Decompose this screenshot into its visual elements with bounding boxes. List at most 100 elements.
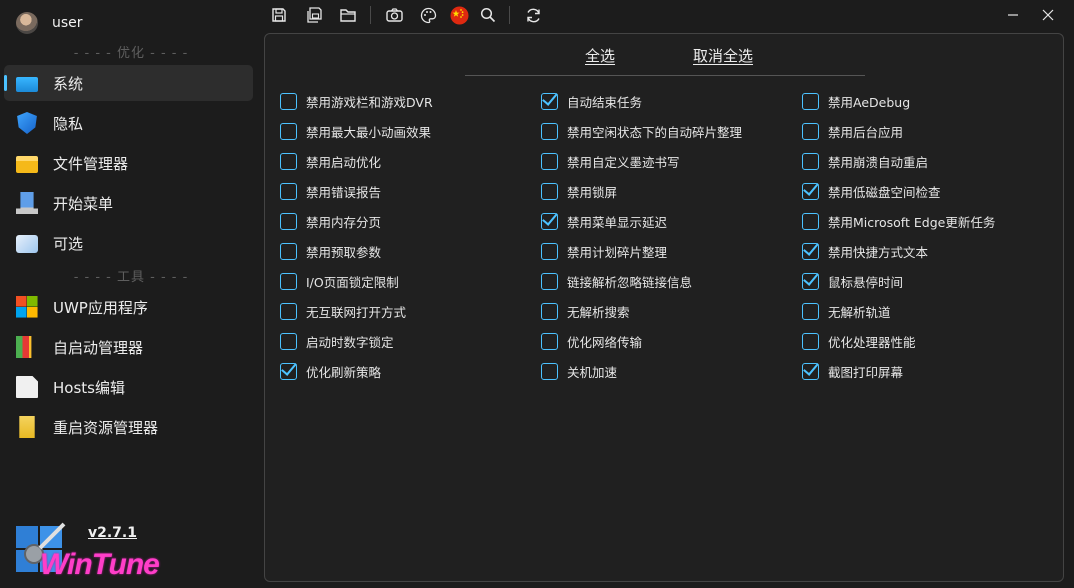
option-checkbox-row[interactable]: 关机加速 [541,361,617,381]
option-checkbox-row[interactable]: 禁用Microsoft Edge更新任务 [802,211,995,231]
open-folder-icon[interactable] [338,5,358,25]
option-checkbox-row[interactable]: 禁用崩溃自动重启 [802,151,928,171]
option-checkbox-row[interactable]: 无互联网打开方式 [280,301,406,321]
option-label: 启动时数字锁定 [306,334,394,350]
camera-icon[interactable] [384,5,404,25]
option-checkbox-row[interactable]: 无解析搜索 [541,301,630,321]
version-link[interactable]: v2.7.1 [88,525,137,541]
option-checkbox-row[interactable]: 禁用最大最小动画效果 [280,121,431,141]
checkbox[interactable] [280,182,297,200]
checkbox[interactable] [280,272,297,290]
checkbox[interactable] [280,92,297,110]
option-checkbox-row[interactable]: 禁用自定义墨迹书写 [541,151,680,171]
option-checkbox-row[interactable]: 禁用内存分页 [280,211,381,231]
option-checkbox-row[interactable]: 禁用快捷方式文本 [802,241,928,261]
checkbox[interactable] [802,212,819,230]
sidebar-item-label: 开始菜单 [53,194,114,213]
checkbox[interactable] [280,152,297,170]
option-checkbox-row[interactable]: 鼠标悬停时间 [802,271,903,291]
sidebar-item-label: UWP应用程序 [53,298,148,317]
option-label: 禁用Microsoft Edge更新任务 [828,214,996,230]
system-icon [16,76,38,92]
option-label: 禁用锁屏 [567,184,618,200]
deselect-all-link[interactable]: 取消全选 [693,45,753,66]
checkbox[interactable] [541,332,558,350]
refresh-icon[interactable] [523,5,543,25]
privacy-shield-icon [17,112,37,134]
checkbox[interactable] [280,332,297,350]
option-checkbox-row[interactable]: 自动结束任务 [541,91,642,111]
minimize-icon[interactable] [1002,4,1024,26]
checkbox[interactable] [802,272,819,290]
checkbox[interactable] [541,362,558,380]
checkbox[interactable] [541,302,558,320]
sidebar-item-restart-explorer[interactable]: 重启资源管理器 [4,409,253,445]
checkbox[interactable] [541,242,558,260]
option-checkbox-row[interactable]: 禁用低磁盘空间检查 [802,181,941,201]
option-label: 禁用内存分页 [306,214,382,230]
sidebar-item-optional[interactable]: 可选 [4,225,253,261]
checkbox[interactable] [802,92,819,110]
checkbox[interactable] [280,302,297,320]
search-icon[interactable] [478,5,498,25]
sidebar-item-label: 文件管理器 [53,154,129,173]
checkbox[interactable] [541,152,558,170]
option-label: 禁用自定义墨迹书写 [567,154,680,170]
checkbox[interactable] [280,242,297,260]
sidebar-item-hosts[interactable]: Hosts编辑 [4,369,253,405]
checkbox[interactable] [802,182,819,200]
checkbox[interactable] [802,242,819,260]
option-label: 禁用空闲状态下的自动碎片整理 [567,124,743,140]
checkbox[interactable] [802,332,819,350]
save-icon[interactable] [269,5,289,25]
option-checkbox-row[interactable]: 截图打印屏幕 [802,361,903,381]
select-all-link[interactable]: 全选 [585,45,615,66]
sidebar-item-autostart[interactable]: 自启动管理器 [4,329,253,365]
option-checkbox-row[interactable]: 禁用后台应用 [802,121,903,141]
sidebar-item-system[interactable]: 系统 [4,65,253,101]
sidebar-item-privacy[interactable]: 隐私 [4,105,253,141]
sidebar-item-uwp[interactable]: UWP应用程序 [4,289,253,325]
option-checkbox-row[interactable]: 启动时数字锁定 [280,331,394,351]
checkbox[interactable] [802,122,819,140]
option-checkbox-row[interactable]: 无解析轨道 [802,301,891,321]
checkbox[interactable] [802,152,819,170]
checkbox[interactable] [541,122,558,140]
checkbox[interactable] [541,272,558,290]
option-label: 优化网络传输 [567,334,643,350]
option-checkbox-row[interactable]: 禁用预取参数 [280,241,381,261]
checkbox[interactable] [541,212,558,230]
checkbox[interactable] [802,362,819,380]
option-label: 禁用游戏栏和游戏DVR [306,94,433,110]
china-flag-icon[interactable] [449,5,469,25]
divider [465,75,865,76]
sidebar-item-file-manager[interactable]: 文件管理器 [4,145,253,181]
sidebar-item-start-menu[interactable]: 开始菜单 [4,185,253,221]
option-checkbox-row[interactable]: 禁用AeDebug [802,91,910,111]
close-icon[interactable] [1037,4,1059,26]
option-checkbox-row[interactable]: 禁用启动优化 [280,151,381,171]
option-checkbox-row[interactable]: 链接解析忽略链接信息 [541,271,692,291]
checkbox[interactable] [280,212,297,230]
option-checkbox-row[interactable]: 优化处理器性能 [802,331,916,351]
checkbox[interactable] [541,92,558,110]
option-checkbox-row[interactable]: 禁用菜单显示延迟 [541,211,667,231]
sidebar-item-label: 系统 [53,74,84,93]
option-checkbox-row[interactable]: 禁用计划碎片整理 [541,241,667,261]
save-all-icon[interactable] [304,5,324,25]
option-checkbox-row[interactable]: I/O页面锁定限制 [280,271,399,291]
checkbox[interactable] [280,362,297,380]
user-profile[interactable]: user [16,11,83,35]
theme-palette-icon[interactable] [418,5,438,25]
option-label: 禁用最大最小动画效果 [306,124,432,140]
option-checkbox-row[interactable]: 禁用锁屏 [541,181,617,201]
checkbox[interactable] [541,182,558,200]
option-checkbox-row[interactable]: 优化刷新策略 [280,361,381,381]
option-checkbox-row[interactable]: 禁用错误报告 [280,181,381,201]
checkbox[interactable] [280,122,297,140]
option-label: 优化刷新策略 [306,364,382,380]
option-checkbox-row[interactable]: 禁用空闲状态下的自动碎片整理 [541,121,742,141]
checkbox[interactable] [802,302,819,320]
option-checkbox-row[interactable]: 禁用游戏栏和游戏DVR [280,91,433,111]
option-checkbox-row[interactable]: 优化网络传输 [541,331,642,351]
